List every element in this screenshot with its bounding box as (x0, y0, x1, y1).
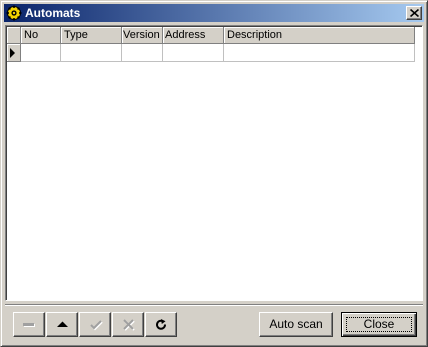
cell-address[interactable] (163, 44, 224, 62)
column-header-address[interactable]: Address (163, 27, 224, 44)
cell-type[interactable] (61, 44, 122, 62)
column-header-version[interactable]: Version (122, 27, 163, 44)
cell-version[interactable] (122, 44, 163, 62)
delete-button[interactable] (13, 312, 45, 337)
close-icon (410, 9, 419, 17)
cancel-x-icon (123, 319, 135, 331)
cell-description[interactable] (224, 44, 415, 62)
grid-corner-cell (7, 27, 21, 44)
close-label: Close (363, 317, 395, 331)
table-row[interactable] (7, 44, 415, 62)
grid-header-row: No Type Version Address Description (7, 27, 415, 44)
cell-no[interactable] (21, 44, 61, 62)
column-header-type[interactable]: Type (61, 27, 122, 44)
auto-scan-label: Auto scan (269, 317, 323, 331)
cancel-button[interactable] (112, 312, 144, 337)
close-button[interactable]: Close (341, 312, 417, 337)
checkmark-icon (90, 320, 103, 331)
auto-scan-button[interactable]: Auto scan (259, 312, 333, 337)
refresh-button[interactable] (145, 312, 177, 337)
post-button[interactable] (79, 312, 111, 337)
title-bar[interactable]: Automats (4, 4, 424, 22)
column-header-no[interactable]: No (21, 27, 61, 44)
refresh-icon (156, 319, 166, 330)
current-row-arrow-icon (10, 48, 15, 58)
arrow-up-icon (57, 321, 68, 327)
window-title: Automats (25, 6, 81, 20)
column-header-description[interactable]: Description (224, 27, 415, 44)
gear-app-icon (6, 5, 22, 21)
move-up-button[interactable] (46, 312, 78, 337)
automats-grid[interactable]: No Type Version Address Description (5, 25, 423, 301)
row-indicator (7, 44, 21, 62)
separator (5, 304, 423, 306)
close-window-button[interactable] (406, 6, 422, 20)
automats-dialog: Automats No Type Version Address Descrip… (0, 0, 428, 347)
minus-icon (23, 323, 35, 327)
